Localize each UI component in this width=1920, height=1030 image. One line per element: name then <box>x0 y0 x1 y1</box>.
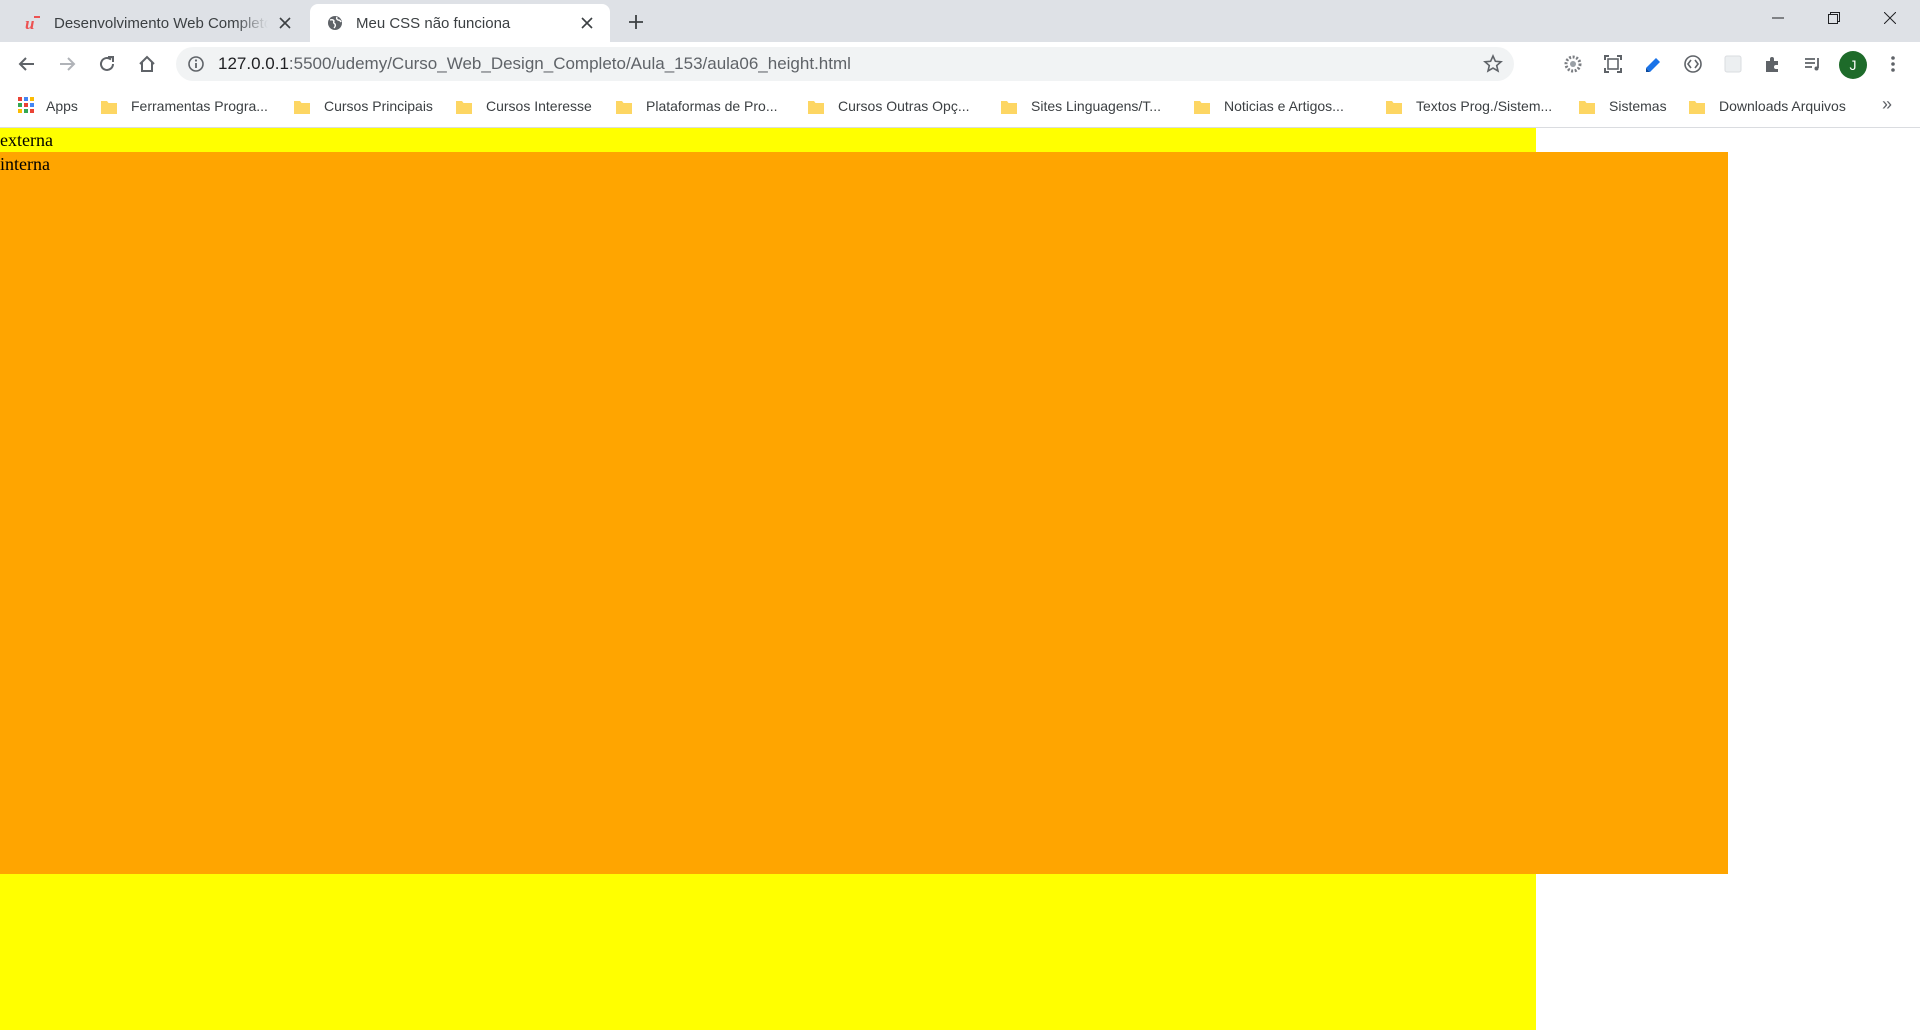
reload-button[interactable] <box>91 48 123 80</box>
close-window-button[interactable] <box>1862 0 1918 36</box>
tab-strip: u Desenvolvimento Web Completo Meu CSS n… <box>0 0 1920 42</box>
bookmark-label: Noticias e Artigos... <box>1224 98 1344 114</box>
interna-label: interna <box>0 154 50 174</box>
folder-icon <box>101 100 117 114</box>
folder-icon <box>616 100 632 114</box>
interna-box: interna <box>0 152 1728 874</box>
screen-capture-icon[interactable] <box>1600 51 1626 77</box>
media-queue-icon[interactable] <box>1800 51 1826 77</box>
browser-chrome: u Desenvolvimento Web Completo Meu CSS n… <box>0 0 1920 128</box>
folder-icon <box>1386 100 1402 114</box>
folder-icon <box>456 100 472 114</box>
bookmark-folder[interactable]: Sites Linguagens/T... <box>1001 95 1161 117</box>
bookmark-label: Apps <box>46 98 78 114</box>
url-host: 127.0.0.1 <box>218 54 289 73</box>
url-text: 127.0.0.1:5500/udemy/Curso_Web_Design_Co… <box>218 54 851 74</box>
home-button[interactable] <box>131 48 163 80</box>
bookmark-apps[interactable]: Apps <box>18 95 78 117</box>
toolbar: 127.0.0.1:5500/udemy/Curso_Web_Design_Co… <box>0 42 1920 86</box>
apps-grid-icon <box>18 96 34 116</box>
tab-meu-css[interactable]: Meu CSS não funciona <box>310 4 610 42</box>
globe-icon <box>326 14 344 32</box>
bookmark-label: Cursos Interesse <box>486 98 592 114</box>
url-path: :5500/udemy/Curso_Web_Design_Completo/Au… <box>288 54 851 73</box>
bookmark-folder[interactable]: Noticias e Artigos... <box>1194 95 1344 117</box>
bookmarks-bar: Apps Ferramentas Progra... Cursos Princi… <box>0 86 1920 128</box>
bookmark-folder[interactable]: Ferramentas Progra... <box>101 95 268 117</box>
more-menu-icon[interactable] <box>1880 51 1906 77</box>
udemy-icon: u <box>24 14 42 32</box>
bookmark-label: Downloads Arquivos <box>1719 98 1846 114</box>
bookmark-label: Plataformas de Pro... <box>646 98 778 114</box>
bookmark-label: Cursos Principais <box>324 98 433 114</box>
folder-icon <box>808 100 824 114</box>
folder-icon <box>1001 100 1017 114</box>
site-info-icon[interactable] <box>186 54 206 74</box>
bookmark-folder[interactable]: Downloads Arquivos <box>1689 95 1846 117</box>
tab-title: Desenvolvimento Web Completo <box>54 14 268 32</box>
bookmark-folder[interactable]: Sistemas <box>1579 95 1667 117</box>
bookmark-star-icon[interactable] <box>1482 53 1504 75</box>
extension-gear-icon[interactable] <box>1560 51 1586 77</box>
tab-title: Meu CSS não funciona <box>356 14 511 32</box>
bookmark-folder[interactable]: Cursos Outras Opç... <box>808 95 969 117</box>
folder-icon <box>1579 100 1595 114</box>
back-button[interactable] <box>11 48 43 80</box>
extensions-puzzle-icon[interactable] <box>1760 51 1786 77</box>
bookmark-folder[interactable]: Cursos Principais <box>294 95 433 117</box>
bookmark-folder[interactable]: Cursos Interesse <box>456 95 592 117</box>
bookmark-label: Textos Prog./Sistem... <box>1416 98 1553 114</box>
bookmark-label: Ferramentas Progra... <box>131 98 268 114</box>
bookmarks-overflow-button[interactable]: » <box>1882 94 1892 115</box>
folder-icon <box>1689 100 1705 114</box>
folder-icon <box>294 100 310 114</box>
bookmark-folder[interactable]: Textos Prog./Sistem... <box>1386 95 1552 117</box>
address-bar[interactable]: 127.0.0.1:5500/udemy/Curso_Web_Design_Co… <box>176 47 1514 81</box>
code-extension-icon[interactable] <box>1680 51 1706 77</box>
bookmark-label: Sistemas <box>1609 98 1667 114</box>
close-tab-icon[interactable] <box>576 12 598 34</box>
book-extension-icon[interactable] <box>1640 51 1666 77</box>
svg-text:u: u <box>25 14 34 32</box>
close-tab-icon[interactable] <box>274 12 296 34</box>
folder-icon <box>1194 100 1210 114</box>
bookmark-label: Sites Linguagens/T... <box>1031 98 1161 114</box>
forward-button[interactable] <box>51 48 83 80</box>
bookmark-folder[interactable]: Plataformas de Pro... <box>616 95 778 117</box>
profile-avatar[interactable]: J <box>1839 51 1867 79</box>
bookmark-label: Cursos Outras Opç... <box>838 98 970 114</box>
tab-desenvolvimento-web[interactable]: u Desenvolvimento Web Completo <box>8 4 308 42</box>
blank-extension-icon[interactable] <box>1720 51 1746 77</box>
page-viewport: externa interna <box>0 128 1920 1030</box>
minimize-button[interactable] <box>1750 0 1806 36</box>
new-tab-button[interactable] <box>622 8 650 36</box>
externa-label: externa <box>0 130 53 150</box>
restore-button[interactable] <box>1806 0 1862 36</box>
